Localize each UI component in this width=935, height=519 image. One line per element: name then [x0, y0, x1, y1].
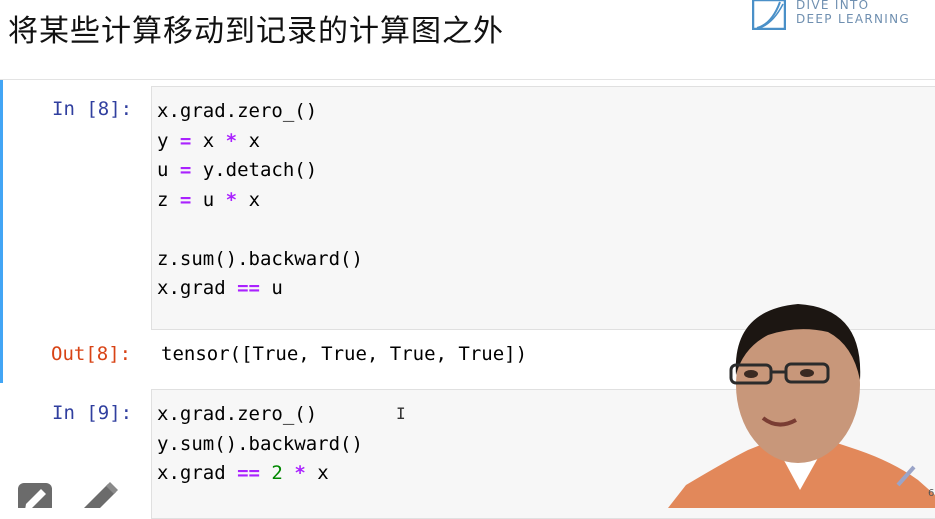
code-operator: = — [179, 188, 192, 211]
input-prompt-8: In [8]: — [52, 98, 133, 120]
code-token: x.grad — [157, 277, 238, 299]
code-token: u — [259, 277, 283, 299]
d2l-logo-icon — [752, 0, 786, 30]
presenter-video-overlay — [668, 304, 935, 508]
code-token: x.grad.zero_() — [157, 100, 318, 122]
code-token: x — [191, 129, 226, 152]
code-line: y = x * x — [157, 127, 363, 157]
code-token: y.detach() — [191, 159, 318, 181]
code-line: y.sum().backward() — [157, 430, 363, 460]
slide-title: 将某些计算移动到记录的计算图之外 — [8, 14, 504, 49]
code-operator: == — [237, 462, 260, 484]
code-operator: = — [179, 159, 192, 181]
pencil-icon[interactable] — [80, 480, 120, 508]
code-line: x.grad.zero_() — [157, 400, 363, 430]
code-token: y — [157, 129, 180, 152]
code-token: z — [157, 188, 180, 211]
code-line: x.grad.zero_() — [157, 97, 363, 127]
code-token: x.grad.zero_() — [157, 403, 318, 425]
cell-output-8: tensor([True, True, True, True]) — [161, 343, 528, 365]
edit-pencil-box-icon[interactable] — [17, 482, 53, 508]
code-line: x.grad == 2 * x — [157, 459, 363, 489]
code-token: x — [305, 462, 329, 484]
code-number: 2 — [271, 462, 283, 484]
code-block-9[interactable]: x.grad.zero_() y.sum().backward() x.grad =… — [157, 400, 363, 489]
code-token: y.sum().backward() — [157, 432, 363, 455]
code-line: u = y.detach() — [157, 156, 363, 186]
code-block-8[interactable]: x.grad.zero_() y = x * xu = y.detach() z =… — [157, 97, 363, 304]
code-line: z = u * x — [157, 186, 363, 216]
code-operator: = — [179, 129, 192, 152]
input-prompt-9: In [9]: — [52, 402, 133, 424]
code-token: z.sum().backward() — [157, 247, 363, 270]
code-token: x.grad — [157, 462, 238, 484]
code-token: u — [191, 188, 226, 211]
logo-line-2: DEEP LEARNING — [796, 12, 910, 26]
code-token: u — [157, 159, 180, 181]
logo-line-1: DIVE INTO — [796, 0, 870, 12]
code-line: x.grad == u — [157, 274, 363, 304]
code-line: z.sum().backward() — [157, 245, 363, 275]
code-operator: * — [294, 462, 306, 484]
selected-cell-indicator — [0, 80, 3, 383]
text-cursor-icon: I — [396, 404, 406, 423]
code-operator: * — [225, 129, 238, 152]
code-token: x — [237, 188, 261, 211]
code-operator: * — [225, 188, 238, 211]
code-token: x — [237, 129, 261, 152]
code-operator: == — [237, 277, 260, 299]
page-number: 6 — [928, 488, 935, 499]
dive-into-deep-learning-logo: DIVE INTO DEEP LEARNING — [752, 0, 932, 34]
output-prompt-8: Out[8]: — [51, 343, 132, 365]
